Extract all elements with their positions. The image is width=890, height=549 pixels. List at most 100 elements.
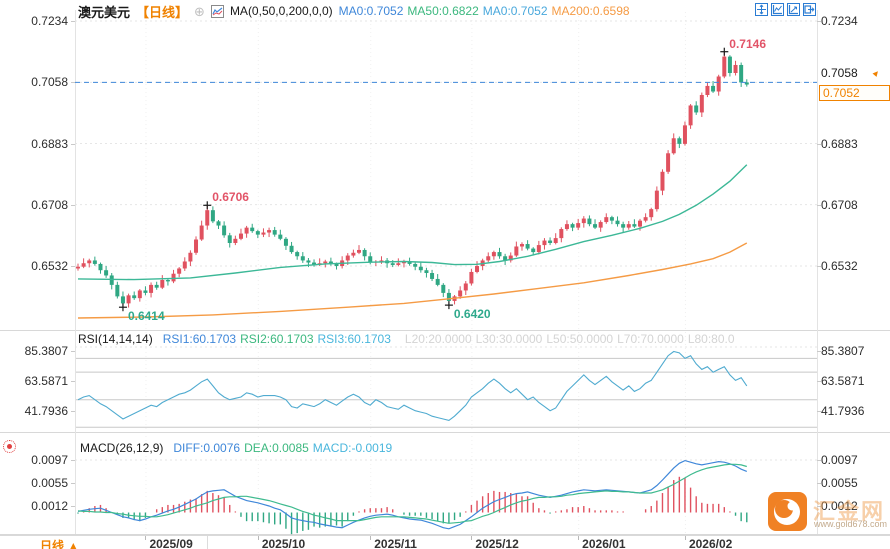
ma-value: MA0:0.7052 xyxy=(338,4,404,18)
axis-tick xyxy=(71,204,75,206)
month-tick xyxy=(471,536,473,540)
macd-axis-label: 0.0097 xyxy=(31,453,68,467)
axis-tick xyxy=(817,381,821,382)
pan-right-icon[interactable] xyxy=(803,3,816,16)
macd-axis-label: 0.0055 xyxy=(31,475,68,490)
rsi-value: RSI1:60.1703 xyxy=(162,332,237,346)
axis-tick xyxy=(817,411,821,412)
month-label: 2026/01 xyxy=(582,537,626,549)
rsi-line xyxy=(77,350,748,421)
ma-value: MA0:0.7052 xyxy=(482,4,548,18)
month-tick xyxy=(370,536,372,540)
fit-chart-icon[interactable] xyxy=(771,3,784,16)
price-axis-label: 0.6883 xyxy=(31,136,68,151)
period-arrow-icon: ▲ xyxy=(67,539,80,549)
month-label: 2025/11 xyxy=(374,537,417,549)
axis-tick xyxy=(817,143,821,145)
month-label: 2025/12 xyxy=(475,537,519,549)
prev-close-value: 0.7058 xyxy=(821,66,858,80)
candles-layer xyxy=(76,51,749,308)
high-price-annotation: 0.6706 xyxy=(212,190,249,205)
rsi-level-label: L80:80.0 xyxy=(687,332,735,346)
price-axis-label: 0.7058 xyxy=(31,75,68,90)
period-text: 日线 xyxy=(40,539,65,549)
axis-tick xyxy=(71,266,75,268)
macd-axis-label: 0.0012 xyxy=(31,499,68,514)
month-label: 2026/02 xyxy=(688,537,733,549)
collapse-icon[interactable]: ⊕ xyxy=(194,5,205,18)
low-price-annotation: 0.6420 xyxy=(453,307,491,322)
rsi-values: RSI1:60.1703 RSI2:60.1703 RSI3:60.1703 xyxy=(163,332,395,346)
high-price-annotation: 0.7146 xyxy=(729,36,766,51)
price-axis-label: 0.6708 xyxy=(821,197,858,212)
macd-axis-label: 0.0055 xyxy=(821,475,858,490)
rsi-header: RSI(14,14,14) RSI1:60.1703 RSI2:60.1703 RS… xyxy=(78,332,739,346)
rsi-axis-label: 41.7936 xyxy=(821,404,865,418)
macd-value: MACD:-0.0019 xyxy=(312,441,393,455)
chart-header: 澳元美元 【日线】 ⊕ MA(0,50,0,200,0,0) MA0:0.705… xyxy=(78,3,634,20)
ma-value: MA50:0.6822 xyxy=(407,4,479,18)
rsi-value: RSI3:60.1703 xyxy=(317,332,391,346)
price-axis-label: 0.7234 xyxy=(821,13,858,28)
prev-close-tag: 0.7058 ▲ xyxy=(821,66,883,80)
month-tick xyxy=(578,536,580,540)
rsi-level-label: L20:20.0000 xyxy=(404,332,472,346)
rsi-axis-label: 63.5871 xyxy=(821,374,865,388)
month-tick xyxy=(145,536,147,540)
rsi-levels: L20:20.0000 L30:30.0000 L50:50.0000 L70:70.… xyxy=(405,332,739,346)
axis-tick xyxy=(817,460,821,461)
rsi-axis-label: 85.3807 xyxy=(821,344,865,358)
bottom-bar-divider xyxy=(207,536,208,549)
indicator-settings-icon[interactable] xyxy=(3,440,16,453)
macd-value: DIFF:0.0076 xyxy=(173,441,241,455)
price-axis-label: 0.6883 xyxy=(821,136,858,151)
month-tick xyxy=(257,536,259,540)
axis-tick xyxy=(817,20,821,22)
rsi-level-label: L70:70.0000 xyxy=(617,332,684,346)
axis-tick xyxy=(71,460,75,461)
grid-layer xyxy=(0,10,890,535)
low-price-annotation: 0.6414 xyxy=(127,309,165,324)
axis-tick xyxy=(817,266,821,268)
price-axis-label: 0.6532 xyxy=(821,259,858,274)
axis-tick xyxy=(71,351,75,352)
axis-tick xyxy=(71,411,75,412)
move-icon[interactable] xyxy=(755,3,768,16)
axis-tick xyxy=(71,82,75,84)
axis-scale-icon[interactable] xyxy=(787,3,800,16)
month-tick xyxy=(684,536,686,540)
chart-window: 澳元美元 【日线】 ⊕ MA(0,50,0,200,0,0) MA0:0.705… xyxy=(0,0,890,549)
rsi-level-label: L50:50.0000 xyxy=(546,332,614,346)
axis-tick xyxy=(71,482,75,484)
annotation-crosses xyxy=(118,47,729,312)
rsi-axis-label: 63.5871 xyxy=(24,374,68,388)
symbol-name: 澳元美元 xyxy=(78,4,131,20)
ma-values: MA0:0.7052 MA50:0.6822 MA0:0.7052 MA200:0.6… xyxy=(339,4,634,18)
macd-hist-layer xyxy=(77,476,748,535)
ma-settings-label: MA(0,50,0,200,0,0) xyxy=(229,4,333,18)
macd-axis-label: 0.0097 xyxy=(821,453,858,467)
rsi-level-label: L30:30.0000 xyxy=(475,332,543,346)
axis-tick xyxy=(71,20,75,22)
axis-tick xyxy=(71,381,75,382)
period-label: 【日线】 xyxy=(136,4,189,20)
macd-lines-layer xyxy=(77,459,748,530)
rsi-axis-label: 41.7936 xyxy=(24,404,68,418)
ma-indicator-icon[interactable] xyxy=(210,4,224,18)
macd-value: DEA:0.0085 xyxy=(244,441,309,455)
month-label: 2025/10 xyxy=(261,537,306,549)
month-label: 2025/09 xyxy=(149,537,193,549)
ma-layer xyxy=(77,164,748,319)
chart-plot-area[interactable] xyxy=(0,0,890,549)
macd-title: MACD(26,12,9) xyxy=(80,441,164,455)
current-price-tag: 0.7052 xyxy=(819,85,890,101)
period-selector[interactable]: 日线 ▲ xyxy=(40,537,79,549)
macd-header: MACD(26,12,9) DIFF:0.0076 DEA:0.0085 MACD:… xyxy=(80,441,396,455)
axis-tick xyxy=(817,482,821,484)
watermark-url: www.gold678.com xyxy=(814,519,888,529)
ma-value: MA200:0.6598 xyxy=(551,4,630,18)
rsi-value: RSI2:60.1703 xyxy=(240,332,314,346)
axis-tick xyxy=(71,143,75,145)
site-logo xyxy=(768,492,807,531)
chart-toolbar xyxy=(755,3,816,16)
